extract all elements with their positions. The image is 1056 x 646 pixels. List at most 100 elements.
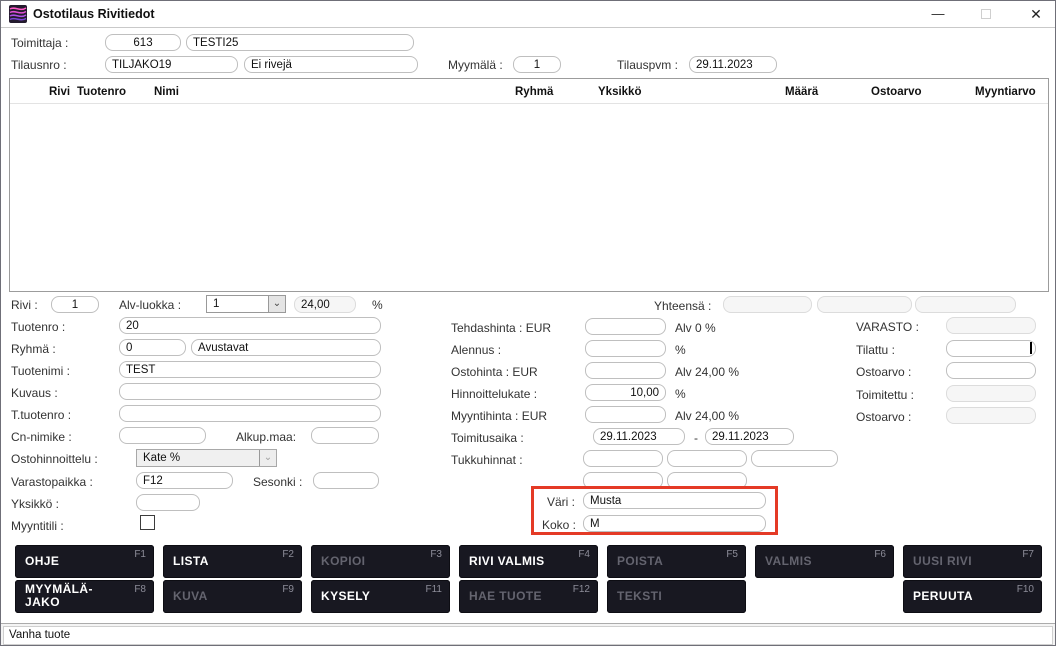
button-rivi-valmis[interactable]: RIVI VALMISF4 xyxy=(459,545,598,578)
ostohinta-field[interactable] xyxy=(585,362,666,379)
varasto-field xyxy=(946,317,1036,334)
toimittaja-name-field[interactable] xyxy=(186,34,414,51)
vari-field[interactable] xyxy=(583,492,766,509)
tehdashinta-field[interactable] xyxy=(585,318,666,335)
label-tehdashinta: Tehdashinta : EUR xyxy=(451,320,551,337)
ryhma-name-field[interactable] xyxy=(191,339,381,356)
yksikko-field[interactable] xyxy=(136,494,200,511)
label-rivi: Rivi : xyxy=(11,297,38,314)
minimize-button[interactable]: — xyxy=(923,3,953,25)
label-kuvaus: Kuvaus : xyxy=(11,385,58,402)
col-header-tuotenro: Tuotenro xyxy=(77,86,126,98)
tilattu-field[interactable] xyxy=(946,340,1036,357)
label-yksikko: Yksikkö : xyxy=(11,496,59,513)
alv-pct-field xyxy=(294,296,356,313)
label-alv-luokka: Alv-luokka : xyxy=(119,297,181,314)
label-tuotenro: Tuotenro : xyxy=(11,319,65,336)
label-alkup-maa: Alkup.maa: xyxy=(236,429,296,446)
tilauspvm-field[interactable] xyxy=(689,56,777,73)
col-header-yksikko: Yksikkö xyxy=(598,86,641,98)
button-peruuta[interactable]: PERUUTAF10 xyxy=(903,580,1042,613)
ostoarvo-toimitettu-field xyxy=(946,407,1036,424)
ryhma-code-field[interactable] xyxy=(119,339,186,356)
close-button[interactable]: ✕ xyxy=(1021,3,1051,25)
varastopaikka-field[interactable] xyxy=(136,472,233,489)
label-ostoarvo-tilattu: Ostoarvo : xyxy=(856,364,911,381)
label-vari: Väri : xyxy=(547,494,575,511)
label-tilattu: Tilattu : xyxy=(856,342,895,359)
label-myyntihinta: Myyntihinta : EUR xyxy=(451,408,547,425)
kuvaus-field[interactable] xyxy=(119,383,381,400)
alv-luokka-value: 1 xyxy=(213,298,219,310)
yhteensa-field-3 xyxy=(915,296,1016,313)
toimitusaika-from-field[interactable] xyxy=(593,428,685,445)
button-lista[interactable]: LISTAF2 xyxy=(163,545,302,578)
button-kopioi: KOPIOIF3 xyxy=(311,545,450,578)
toimittaja-code-field[interactable] xyxy=(105,34,181,51)
label-toimitusaika-sep: - xyxy=(694,430,698,447)
myyntihinta-field[interactable] xyxy=(585,406,666,423)
sesonki-field[interactable] xyxy=(313,472,379,489)
col-header-nimi: Nimi xyxy=(154,86,179,98)
table-header-divider xyxy=(10,103,1048,104)
label-t-tuotenro: T.tuotenro : xyxy=(11,407,71,424)
toimitusaika-to-field[interactable] xyxy=(705,428,794,445)
button-myymala-jako[interactable]: MYYMÄLÄ-JAKOF8 xyxy=(15,580,154,613)
label-varastopaikka: Varastopaikka : xyxy=(11,474,93,491)
titlebar-divider xyxy=(1,27,1055,28)
button-ohje[interactable]: OHJEF1 xyxy=(15,545,154,578)
maximize-button[interactable] xyxy=(971,3,1001,25)
label-tuotenimi: Tuotenimi : xyxy=(11,363,70,380)
app-logo-icon xyxy=(9,5,27,23)
label-ostohinta: Ostohinta : EUR xyxy=(451,364,538,381)
status-message: Vanha tuote xyxy=(3,626,1053,645)
button-kysely[interactable]: KYSELYF11 xyxy=(311,580,450,613)
label-sesonki: Sesonki : xyxy=(253,474,302,491)
window-title: Ostotilaus Rivitiedot xyxy=(33,7,155,21)
yhteensa-field-2 xyxy=(817,296,912,313)
alennus-field[interactable] xyxy=(585,340,666,357)
col-header-ryhma: Ryhmä xyxy=(515,86,553,98)
chevron-down-icon[interactable]: ⌄ xyxy=(268,296,285,312)
label-hinnoittelukate: Hinnoittelukate : xyxy=(451,386,537,403)
label-yhteensa: Yhteensä : xyxy=(654,298,711,315)
tuotenimi-field[interactable] xyxy=(119,361,381,378)
label-toimitettu: Toimitettu : xyxy=(856,387,914,404)
close-icon: ✕ xyxy=(1030,6,1042,22)
myymala-field[interactable] xyxy=(513,56,561,73)
tukkuhinta-field-1[interactable] xyxy=(583,450,663,467)
label-tilauspvm: Tilauspvm : xyxy=(617,57,678,74)
tilausnro-field[interactable] xyxy=(105,56,238,73)
button-valmis: VALMISF6 xyxy=(755,545,894,578)
label-hinnoittelukate-unit: % xyxy=(675,386,686,403)
tukkuhinta-field-3[interactable] xyxy=(751,450,838,467)
label-tukkuhinnat: Tukkuhinnat : xyxy=(451,452,523,469)
minimize-icon: — xyxy=(932,6,945,21)
label-varasto: VARASTO : xyxy=(856,319,919,336)
label-cn-nimike: Cn-nimike : xyxy=(11,429,72,446)
tuotenro-field[interactable] xyxy=(119,317,381,334)
ostohinnoittelu-value: Kate % xyxy=(143,452,180,464)
tukkuhinta-field-2[interactable] xyxy=(667,450,747,467)
order-rows-table[interactable]: Rivi Tuotenro Nimi Ryhmä Yksikkö Määrä O… xyxy=(9,78,1049,292)
rivi-field[interactable] xyxy=(51,296,99,313)
button-kuva: KUVAF9 xyxy=(163,580,302,613)
t-tuotenro-field[interactable] xyxy=(119,405,381,422)
tilausnro-status-field[interactable] xyxy=(244,56,418,73)
button-teksti: TEKSTI xyxy=(607,580,746,613)
label-toimittaja: Toimittaja : xyxy=(11,35,68,52)
label-alv-pct-unit: % xyxy=(372,297,383,314)
myyntitili-checkbox[interactable] xyxy=(140,515,155,530)
col-header-rivi: Rivi xyxy=(49,86,70,98)
cn-nimike-field[interactable] xyxy=(119,427,206,444)
koko-field[interactable] xyxy=(583,515,766,532)
label-alennus-unit: % xyxy=(675,342,686,359)
titlebar[interactable]: Ostotilaus Rivitiedot — ✕ xyxy=(1,1,1055,27)
alkup-maa-field[interactable] xyxy=(311,427,379,444)
maximize-icon xyxy=(981,9,991,19)
ostoarvo-tilattu-field[interactable] xyxy=(946,362,1036,379)
ostohinnoittelu-select: Kate % ⌄ xyxy=(136,449,277,467)
col-header-maara: Määrä xyxy=(785,86,818,98)
alv-luokka-select[interactable]: 1 ⌄ xyxy=(206,295,286,313)
hinnoittelukate-field[interactable] xyxy=(585,384,666,401)
